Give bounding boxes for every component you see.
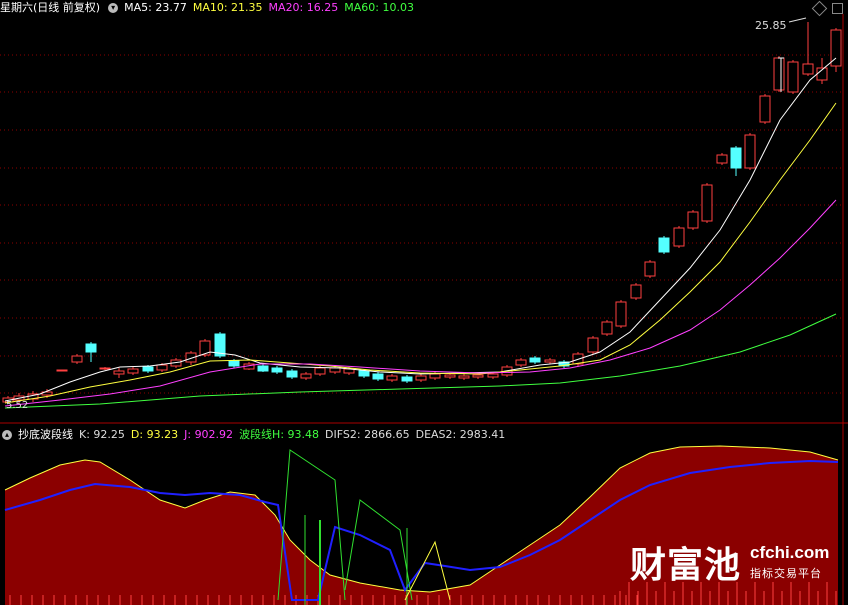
candle-body (85, 343, 97, 353)
grid-lines (0, 54, 843, 394)
candle-body (487, 373, 499, 378)
candle-body (730, 147, 742, 169)
candle-body (415, 375, 427, 381)
candle-body (787, 61, 799, 93)
candle-body (701, 184, 713, 222)
candle-body (358, 370, 370, 377)
watermark: 财富池 (630, 536, 741, 588)
candle-body (515, 359, 527, 366)
candle-body (802, 63, 814, 75)
candle-body (472, 374, 484, 378)
candle-body (744, 134, 756, 169)
candle-body (658, 237, 670, 253)
high-price-label: 25.85 (755, 19, 787, 32)
ma10-line (4, 102, 837, 404)
candle-body (127, 368, 139, 374)
candle-body (615, 301, 627, 327)
candle-body (156, 364, 168, 371)
ma5-line (4, 57, 837, 402)
candle-body (228, 360, 240, 367)
price-annotations: 25.85 5.52 (6, 17, 807, 411)
candle-body (113, 370, 125, 375)
candle-body (401, 376, 413, 382)
candle-body (56, 369, 68, 372)
candlesticks (2, 22, 842, 404)
candle-body (372, 373, 384, 380)
candle-body (257, 365, 269, 372)
candle-body (673, 227, 685, 247)
candle-body (601, 321, 613, 335)
candle-body (99, 367, 111, 370)
candle-body (529, 357, 541, 363)
chart-canvas[interactable]: 25.85 5.52 (0, 0, 848, 605)
candle-body (759, 95, 771, 123)
candle-body (773, 57, 785, 91)
candle-body (314, 367, 326, 375)
candle-body (644, 261, 656, 277)
candle-body (300, 373, 312, 379)
candle-body (544, 359, 556, 363)
watermark-site: cfchi.com 指标交易平台 (750, 543, 830, 580)
candle-body (429, 373, 441, 379)
candle-body (386, 375, 398, 381)
high-price-arrow (788, 17, 807, 23)
candle-body (329, 367, 341, 373)
candle-body (687, 211, 699, 229)
candle-body (444, 374, 456, 378)
candle-body (271, 367, 283, 373)
ma60-line (4, 313, 837, 409)
candle-body (716, 154, 728, 164)
candle-body (458, 375, 470, 379)
candle-body (71, 355, 83, 363)
candle-body (142, 366, 154, 372)
watermark-brand: 财富池 (630, 545, 742, 586)
candle-body (587, 337, 599, 353)
candle-body (630, 284, 642, 299)
candle-body (286, 370, 298, 378)
low-price-label: 5.52 (6, 400, 28, 411)
